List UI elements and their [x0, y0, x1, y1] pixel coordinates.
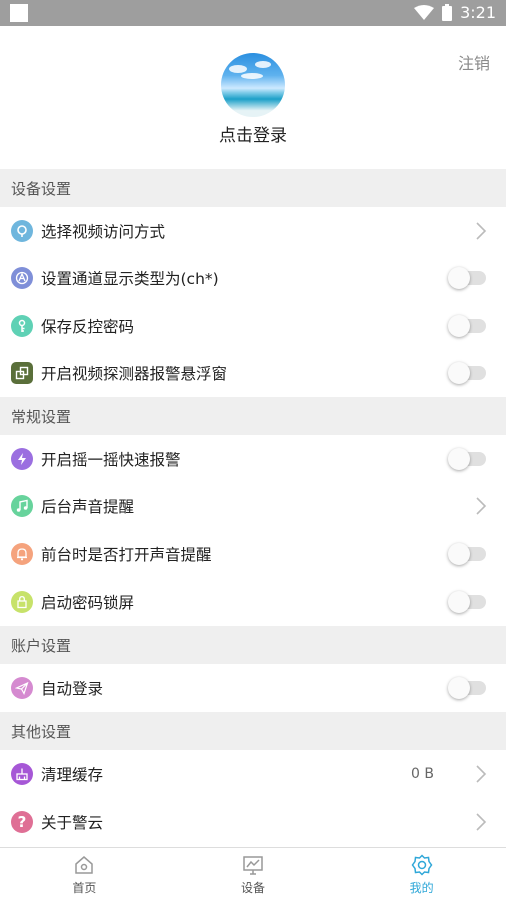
row-label: 选择视频访问方式 — [41, 222, 166, 241]
floating-window-icon — [11, 362, 33, 384]
avatar[interactable] — [221, 53, 285, 117]
video-access-icon — [11, 219, 33, 242]
device-icon — [243, 856, 263, 875]
row-background-sound[interactable]: 后台声音提醒 — [0, 482, 506, 530]
row-label: 清理缓存 — [41, 766, 104, 784]
chevron-right-icon — [476, 497, 487, 515]
row-label: 前台时是否打开声音提醒 — [41, 546, 212, 564]
row-about[interactable]: ? 关于警云 — [0, 798, 506, 846]
row-password-lock[interactable]: 启动密码锁屏 — [0, 578, 506, 626]
tab-label: 首页 — [72, 881, 97, 895]
row-label: 设置通道显示类型为(ch*) — [41, 270, 219, 288]
profile-header: 注销 点击登录 — [0, 26, 506, 169]
clock: 3:21 — [460, 3, 496, 22]
row-floating-window[interactable]: 开启视频探测器报警悬浮窗 — [0, 349, 506, 397]
chevron-right-icon — [476, 813, 487, 831]
tab-home[interactable]: 首页 — [0, 848, 169, 900]
row-auto-login[interactable]: 自动登录 — [0, 664, 506, 712]
row-label: 开启摇一摇快速报警 — [41, 450, 181, 469]
bell-icon — [11, 543, 33, 565]
row-channel-type[interactable]: 设置通道显示类型为(ch*) — [0, 254, 506, 302]
section-header-general: 常规设置 — [0, 397, 506, 435]
key-icon — [11, 314, 33, 337]
cache-size-value: 0 B — [411, 766, 434, 782]
chevron-right-icon — [476, 221, 487, 240]
notification-icon — [10, 4, 28, 22]
tab-label: 我的 — [409, 881, 434, 895]
save-password-toggle[interactable] — [448, 314, 486, 337]
tab-label: 设备 — [241, 881, 266, 895]
row-label: 关于警云 — [41, 814, 104, 832]
channel-type-toggle[interactable] — [448, 267, 486, 289]
section-header-device: 设备设置 — [0, 169, 506, 207]
chevron-right-icon — [476, 765, 487, 783]
clean-cache-icon — [11, 763, 33, 785]
logout-button[interactable]: 注销 — [458, 50, 490, 74]
row-label: 后台声音提醒 — [41, 498, 135, 516]
row-label: 开启视频探测器报警悬浮窗 — [41, 365, 228, 383]
row-label: 保存反控密码 — [41, 317, 135, 336]
section-header-other: 其他设置 — [0, 712, 506, 750]
row-label: 启动密码锁屏 — [41, 594, 135, 612]
row-save-password[interactable]: 保存反控密码 — [0, 302, 506, 349]
bottom-tab-bar: 首页 设备 我的 — [0, 847, 506, 900]
row-shake-alarm[interactable]: 开启摇一摇快速报警 — [0, 435, 506, 482]
section-header-account: 账户设置 — [0, 626, 506, 664]
home-icon — [75, 856, 94, 874]
row-clear-cache[interactable]: 清理缓存 0 B — [0, 750, 506, 798]
password-lock-toggle[interactable] — [448, 591, 486, 613]
wifi-icon — [414, 4, 435, 20]
send-icon — [11, 677, 33, 699]
music-note-icon — [11, 495, 33, 517]
tab-device[interactable]: 设备 — [169, 848, 338, 900]
gear-icon — [411, 854, 433, 876]
status-bar: 3:21 — [0, 0, 506, 26]
row-label: 自动登录 — [41, 680, 104, 698]
battery-icon — [442, 4, 453, 21]
foreground-sound-toggle[interactable] — [448, 543, 486, 565]
row-foreground-sound[interactable]: 前台时是否打开声音提醒 — [0, 530, 506, 578]
floating-window-toggle[interactable] — [448, 362, 486, 384]
row-video-access[interactable]: 选择视频访问方式 — [0, 207, 506, 254]
shake-alarm-toggle[interactable] — [448, 447, 486, 470]
question-icon: ? — [11, 811, 33, 833]
login-link[interactable]: 点击登录 — [0, 121, 506, 146]
channel-type-icon — [11, 267, 33, 289]
lock-icon — [11, 591, 33, 613]
tab-mine[interactable]: 我的 — [337, 848, 506, 900]
lightning-icon — [11, 447, 33, 470]
auto-login-toggle[interactable] — [448, 677, 486, 699]
